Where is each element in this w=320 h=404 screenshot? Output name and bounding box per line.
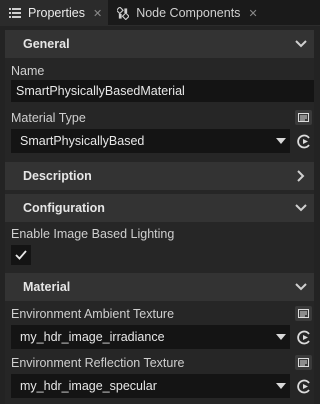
chevron-down-icon (295, 40, 307, 48)
section-description-header[interactable]: Description (5, 162, 314, 190)
ibl-checkbox[interactable] (11, 245, 31, 265)
browse-icon[interactable] (295, 110, 312, 125)
go-to-icon[interactable] (295, 328, 313, 346)
ambient-texture-value: my_hdr_image_irradiance (20, 330, 165, 344)
material-type-label: Material Type (11, 111, 86, 125)
reflection-texture-dropdown[interactable]: my_hdr_image_specular (11, 374, 290, 398)
name-label: Name (11, 64, 45, 78)
reflection-texture-label: Environment Reflection Texture (11, 356, 185, 370)
section-title: Material (23, 280, 71, 294)
go-to-icon[interactable] (295, 132, 313, 150)
caret-down-icon (276, 334, 286, 340)
caret-down-icon (276, 383, 286, 389)
section-title: Configuration (23, 201, 105, 215)
caret-down-icon (276, 138, 286, 144)
name-field[interactable]: SmartPhysicallyBasedMaterial (11, 80, 314, 102)
properties-panel: General Name SmartPhysicallyBasedMateria… (5, 30, 314, 404)
tab-properties[interactable]: Properties ✕ (0, 0, 109, 26)
chevron-right-icon (297, 170, 305, 182)
section-general-header[interactable]: General (5, 30, 314, 58)
material-type-dropdown[interactable]: SmartPhysicallyBased (11, 129, 290, 153)
tab-node-components-label: Node Components (136, 6, 241, 20)
section-configuration-header[interactable]: Configuration (5, 194, 314, 222)
close-icon[interactable]: ✕ (93, 7, 102, 20)
section-title: General (23, 37, 70, 51)
section-material-header[interactable]: Material (5, 273, 314, 301)
chevron-down-icon (295, 283, 307, 291)
material-type-value: SmartPhysicallyBased (20, 134, 145, 148)
ambient-texture-dropdown[interactable]: my_hdr_image_irradiance (11, 325, 290, 349)
go-to-icon[interactable] (295, 377, 313, 395)
section-title: Description (23, 169, 92, 183)
close-icon[interactable]: ✕ (248, 7, 257, 20)
tab-bar: Properties ✕ Node Components ✕ (0, 0, 320, 26)
browse-icon[interactable] (295, 355, 312, 370)
tab-node-components[interactable]: Node Components ✕ (108, 0, 263, 26)
list-icon (9, 7, 21, 19)
browse-icon[interactable] (295, 306, 312, 321)
ambient-texture-label: Environment Ambient Texture (11, 307, 175, 321)
tab-properties-label: Properties (28, 6, 85, 20)
reflection-texture-value: my_hdr_image_specular (20, 379, 157, 393)
check-icon (15, 250, 27, 260)
ibl-label: Enable Image Based Lighting (11, 227, 175, 241)
chevron-down-icon (295, 204, 307, 212)
components-icon (117, 7, 130, 20)
